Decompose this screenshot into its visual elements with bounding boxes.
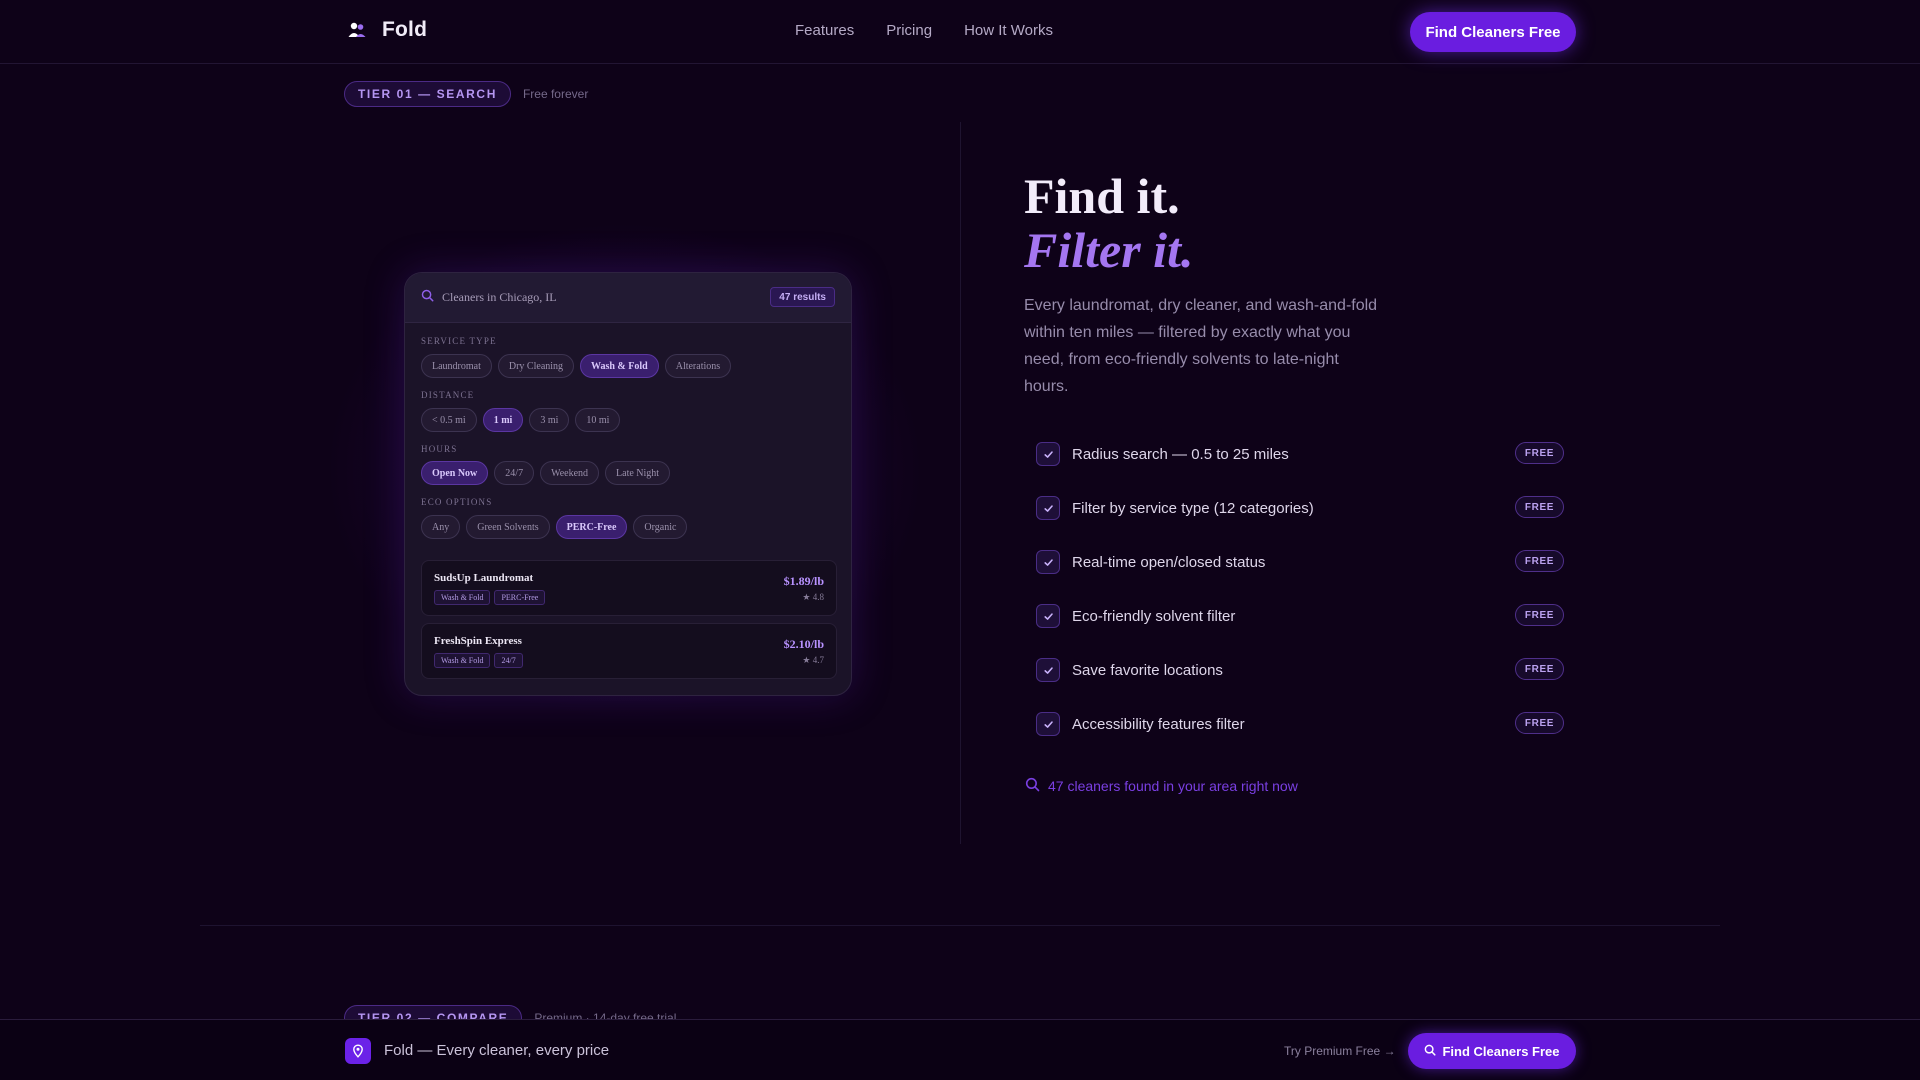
feature-item: Save favorite locations FREE [1036,656,1564,684]
tier-1-note: Free forever [522,87,589,101]
nav-link-pricing[interactable]: Pricing [886,22,932,39]
check-icon [1036,658,1060,682]
search-icon [421,289,434,307]
result-tag: Wash & Fold [434,590,491,605]
service-type-chips: Laundromat Dry Cleaning Wash & Fold Alte… [421,354,732,378]
search-icon [1025,777,1040,795]
brand-name: Fold [382,18,428,41]
chip-1-mile[interactable]: 1 mi [482,408,524,432]
mock-search-text: Cleaners in Chicago, IL [442,290,557,304]
filter-label-eco: ECO OPTIONS [421,497,493,507]
free-badge: FREE [1514,604,1564,626]
feature-label: Radius search — 0.5 to 25 miles [1072,445,1289,463]
result-rating: ★ 4.8 [802,592,824,602]
feature-item: Real-time open/closed status FREE [1036,548,1564,576]
result-tags: Wash & Fold PERC-Free [434,590,546,605]
results-count-badge: 47 results [770,287,835,307]
filter-label-hours: HOURS [421,444,458,454]
hours-chips: Open Now 24/7 Weekend Late Night [421,461,671,485]
free-badge: FREE [1514,442,1564,464]
chip-24-7[interactable]: 24/7 [494,461,535,485]
result-tag: 24/7 [494,653,523,668]
chip-wash-fold[interactable]: Wash & Fold [580,354,659,378]
hero-title: Find it. [1024,168,1180,224]
chip-open-now[interactable]: Open Now [421,461,489,485]
distance-chips: < 0.5 mi 1 mi 3 mi 10 mi [421,408,621,432]
result-name: FreshSpin Express [434,635,522,647]
hero-description: Every laundromat, dry cleaner, and wash-… [1024,297,1378,395]
mock-search-bar[interactable]: Cleaners in Chicago, IL 47 results [405,273,851,323]
filter-label-distance: DISTANCE [421,390,475,400]
nav-links: Features Pricing How It Works [795,22,1053,39]
free-badge: FREE [1514,550,1564,572]
check-icon [1036,604,1060,628]
check-icon [1036,550,1060,574]
cleaners-count-text: 47 cleaners found in your area right now [1048,778,1298,794]
result-card[interactable]: FreshSpin Express Wash & Fold 24/7 $2.10… [421,623,837,679]
chip-3-mile[interactable]: 3 mi [529,408,570,432]
check-icon [1036,442,1060,466]
people-icon [344,17,370,43]
result-tag: Wash & Fold [434,653,491,668]
tier-1-badge: TIER 01 — SEARCH [344,81,511,107]
cleaners-count-line: 47 cleaners found in your area right now [1025,777,1298,795]
result-tags: Wash & Fold 24/7 [434,653,523,668]
free-badge: FREE [1514,658,1564,680]
result-tag: PERC-Free [494,590,546,605]
chip-any[interactable]: Any [421,515,461,539]
result-price: $2.10/lb [783,637,824,651]
feature-label: Real-time open/closed status [1072,553,1266,571]
feature-label: Eco-friendly solvent filter [1072,607,1236,625]
chip-dry-cleaning[interactable]: Dry Cleaning [497,354,575,378]
result-name: SudsUp Laundromat [434,572,534,584]
sticky-footer-bar: Fold — Every cleaner, every price Try Pr… [0,1019,1920,1080]
chip-10-mile[interactable]: 10 mi [575,408,621,432]
filter-label-service-type: SERVICE TYPE [421,336,497,346]
brand-logo[interactable]: Fold [344,17,427,43]
chip-laundromat[interactable]: Laundromat [421,354,492,378]
hero-title-accent: Filter it. [1024,222,1194,278]
try-premium-link[interactable]: Try Premium Free → [1284,1044,1396,1058]
result-price: $1.89/lb [783,574,824,588]
feature-label: Accessibility features filter [1072,715,1245,733]
chip-half-mile[interactable]: < 0.5 mi [421,408,477,432]
search-icon [1424,1044,1436,1059]
chip-late-night[interactable]: Late Night [605,461,671,485]
top-nav: Fold Features Pricing How It Works Find … [0,0,1920,64]
section-divider [200,925,1720,926]
chip-organic[interactable]: Organic [633,515,688,539]
nav-link-features[interactable]: Features [795,22,854,39]
check-icon [1036,712,1060,736]
search-mockup-card: Cleaners in Chicago, IL 47 results SERVI… [404,272,852,696]
chip-perc-free[interactable]: PERC-Free [555,515,628,539]
sticky-tagline: Fold — Every cleaner, every price [384,1042,610,1059]
tier-1-header: TIER 01 — SEARCH Free forever [344,81,588,107]
feature-item: Accessibility features filter FREE [1036,710,1564,738]
column-divider [960,122,961,844]
feature-item: Filter by service type (12 categories) F… [1036,494,1564,522]
chip-weekend[interactable]: Weekend [540,461,600,485]
feature-label: Save favorite locations [1072,661,1223,679]
chip-green-solvents[interactable]: Green Solvents [466,515,550,539]
sticky-cta-label: Find Cleaners Free [1442,1043,1560,1059]
nav-link-how-it-works[interactable]: How It Works [964,22,1053,39]
sticky-find-cleaners-button[interactable]: Find Cleaners Free [1408,1033,1576,1069]
feature-item: Eco-friendly solvent filter FREE [1036,602,1564,630]
check-icon [1036,496,1060,520]
find-cleaners-button[interactable]: Find Cleaners Free [1410,12,1576,52]
feature-item: Radius search — 0.5 to 25 miles FREE [1036,440,1564,468]
feature-label: Filter by service type (12 categories) [1072,499,1314,517]
chip-alterations[interactable]: Alterations [664,354,732,378]
free-badge: FREE [1514,712,1564,734]
map-pin-icon [345,1038,371,1064]
eco-chips: Any Green Solvents PERC-Free Organic [421,515,688,539]
free-badge: FREE [1514,496,1564,518]
result-rating: ★ 4.7 [802,655,824,665]
result-card[interactable]: SudsUp Laundromat Wash & Fold PERC-Free … [421,560,837,616]
